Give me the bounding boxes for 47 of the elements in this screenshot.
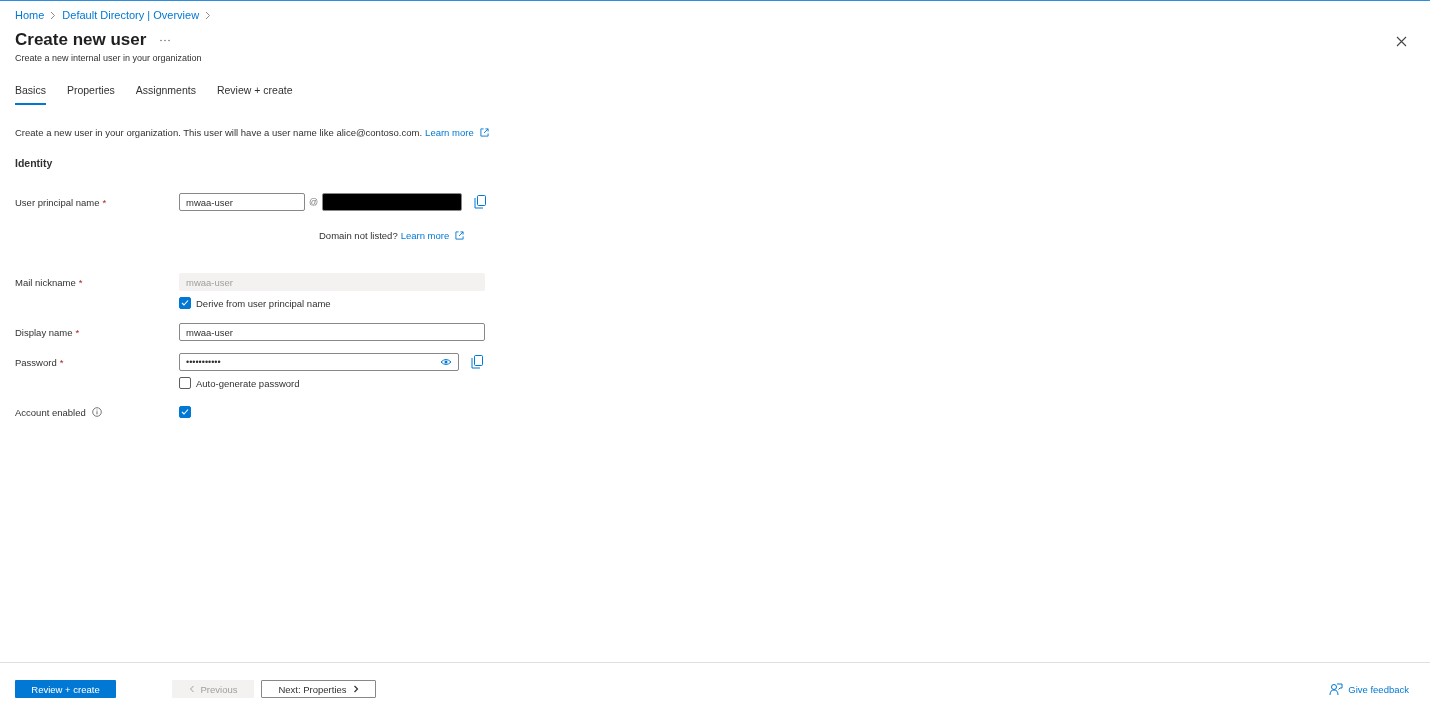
checkbox-label: Derive from user principal name (196, 297, 331, 309)
hint-text: Domain not listed? (319, 229, 398, 241)
field-label: Mail nickname (15, 276, 76, 288)
username-field[interactable]: mwaa-user (179, 193, 305, 211)
give-feedback-link[interactable]: Give feedback (1329, 682, 1409, 696)
page-subtitle: Create a new internal user in your organization (15, 53, 203, 63)
at-sign: @ (309, 197, 319, 207)
review-create-button[interactable]: Review + create (15, 680, 116, 698)
checkbox[interactable] (179, 406, 191, 418)
feedback-person-icon (1329, 682, 1344, 696)
required-mark: * (78, 276, 83, 288)
more-icon[interactable] (160, 38, 171, 42)
intro-text: Create a new user in your organization. This user will have a user name like alice@contoso.com. (15, 127, 423, 138)
chevron-right-icon (352, 685, 359, 693)
tab[interactable]: Properties (66, 80, 115, 105)
breadcrumb-link[interactable]: Home (15, 9, 45, 21)
field-label: Account enabled (15, 406, 86, 418)
info-icon[interactable] (91, 407, 102, 417)
required-mark: * (59, 356, 64, 368)
tab[interactable]: Review + create (216, 80, 293, 105)
tab[interactable]: Basics (15, 80, 46, 105)
checkbox[interactable] (179, 297, 191, 309)
tab[interactable]: Assignments (135, 80, 196, 105)
chevron-right-icon (205, 10, 212, 20)
field-label: User principal name (15, 196, 100, 208)
page-title: Create new user (15, 30, 147, 50)
learn-more-link[interactable]: Learn more (400, 229, 450, 241)
breadcrumb-link[interactable]: Default Directory | Overview (62, 9, 200, 21)
copy-icon[interactable] (471, 355, 483, 369)
field-label: Password (15, 356, 57, 368)
copy-icon[interactable] (474, 195, 487, 209)
external-link-icon (479, 128, 489, 137)
checkbox[interactable] (179, 377, 191, 389)
chevron-left-icon (188, 685, 195, 693)
eye-icon[interactable] (440, 358, 452, 366)
external-link-icon (455, 230, 465, 240)
checkbox-label: Auto-generate password (196, 377, 300, 389)
next-button[interactable]: Next: Properties (261, 680, 376, 698)
text-field[interactable]: mwaa-user (179, 323, 485, 341)
close-icon[interactable] (1396, 36, 1407, 47)
chevron-right-icon (50, 10, 57, 20)
required-mark: * (102, 196, 107, 208)
learn-more-link[interactable]: Learn more (425, 127, 474, 138)
section-heading: Identity (15, 157, 54, 169)
required-mark: * (75, 326, 80, 338)
password-field[interactable]: ••••••••••• (179, 353, 459, 371)
field-label: Display name (15, 326, 73, 338)
